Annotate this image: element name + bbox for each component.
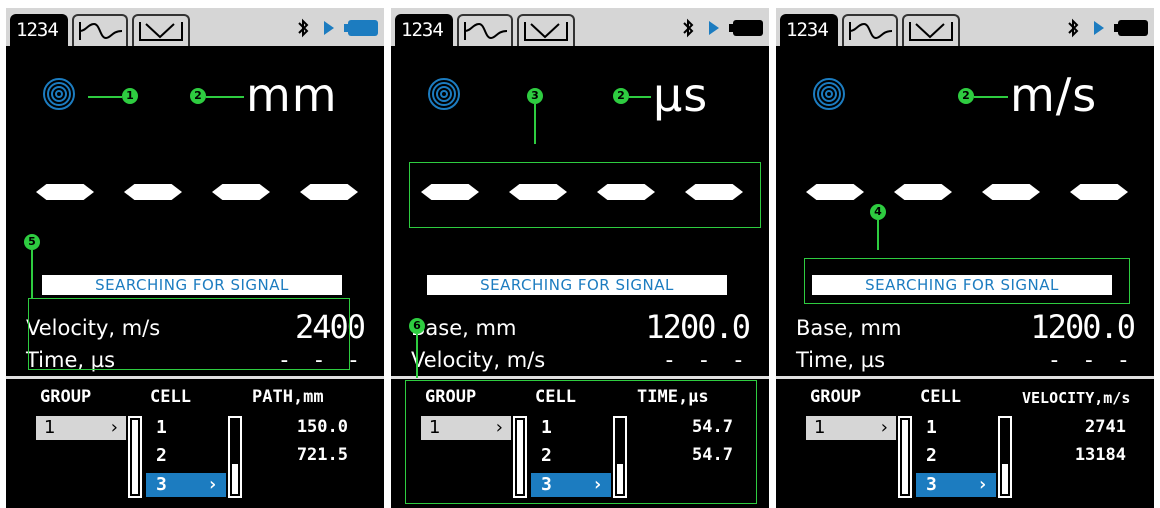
tab-bar: 1234 [776,8,1154,46]
cell-item[interactable]: 1 [156,417,167,438]
device-screen-2: 1234 µs SEARCHING FOR SIGNAL Base, mm 12… [391,8,769,508]
chevron-right-icon: › [880,417,888,438]
group-value: 1 [44,417,56,438]
signal-rings-icon [813,78,845,110]
dash-placeholder [806,184,864,200]
envelope-icon [524,22,568,41]
cell-selected-label: 3 [926,474,937,495]
level-bar-right [228,416,242,498]
cell-header: CELL [920,387,961,407]
cell-selected-label: 3 [156,474,167,495]
bluetooth-icon [1068,18,1079,38]
tab-bar: 1234 [6,8,384,46]
envelope-icon [909,22,953,41]
device-screen-3: 1234 m/s SEARCHING FOR SIGNAL Base, mm 1… [776,8,1154,508]
value-header: VELOCITY,m/s [1022,389,1131,407]
signal-status-bar: SEARCHING FOR SIGNAL [427,275,727,295]
level-bar-right [998,416,1012,498]
row2-value: - - - [662,348,749,373]
cell-table: GROUP CELL PATH,mm 1 › 1 2 3 › 150.0 721… [6,379,384,508]
play-icon [1094,21,1104,35]
unit-label: µs [653,68,709,122]
signal-rings-icon [428,78,460,110]
bluetooth-icon [298,18,309,38]
value-header: PATH,mm [252,387,324,407]
cell-item[interactable]: 2 [926,445,937,466]
cell-value: 2741 [1085,417,1126,437]
tab-envelope[interactable] [902,14,960,46]
dash-placeholder [212,184,270,200]
tab-bar: 1234 [391,8,769,46]
signal-status-bar: SEARCHING FOR SIGNAL [42,275,342,295]
row1-label: Base, mm [796,316,902,340]
dash-placeholder [124,184,182,200]
level-bar-left [898,416,912,498]
tab-numeric[interactable]: 1234 [780,14,838,46]
group-selector[interactable]: 1 › [806,416,896,440]
unit-label: mm [246,68,338,122]
dash-placeholder [36,184,94,200]
tab-numeric[interactable]: 1234 [395,14,453,46]
cell-item[interactable]: 1 [926,417,937,438]
tab-envelope[interactable] [132,14,190,46]
row2-label: Velocity, m/s [411,348,546,372]
level-bar-left [128,416,142,498]
cell-item-selected[interactable]: 3 › [146,473,226,497]
tab-waveform[interactable] [457,14,513,46]
annotation-box [409,162,761,228]
cell-value: 721.5 [296,445,348,465]
cell-value: 13184 [1074,445,1126,465]
cell-table: GROUP CELL VELOCITY,m/s 1 › 1 2 3 › 2741… [776,379,1154,508]
chevron-right-icon: › [110,417,118,438]
group-selector[interactable]: 1 › [36,416,126,440]
waveform-icon [464,22,508,40]
group-value: 1 [814,417,826,438]
battery-icon [1114,20,1148,36]
dash-placeholder [1070,184,1128,200]
group-header: GROUP [810,387,862,407]
dash-placeholder [300,184,358,200]
cell-item-selected[interactable]: 3 › [916,473,996,497]
tab-numeric-label: 1234 [786,19,829,41]
unit-label: m/s [1010,68,1098,122]
play-icon [324,21,334,35]
battery-icon [344,20,378,36]
cell-item[interactable]: 2 [156,445,167,466]
tab-envelope[interactable] [517,14,575,46]
waveform-icon [79,22,123,40]
envelope-icon [139,22,183,41]
dash-placeholder [894,184,952,200]
chevron-right-icon: › [207,474,218,495]
chevron-right-icon: › [977,474,988,495]
tab-numeric-label: 1234 [16,19,59,41]
dash-placeholder [982,184,1040,200]
row1-value: 1200.0 [1030,308,1136,346]
tab-numeric[interactable]: 1234 [10,14,68,46]
group-header: GROUP [40,387,92,407]
waveform-icon [849,22,893,40]
bluetooth-icon [683,18,694,38]
cell-value: 150.0 [296,417,348,437]
row1-value: 1200.0 [645,308,751,346]
signal-rings-icon [43,78,75,110]
annotation-box [804,258,1130,304]
annotation-box [405,380,757,504]
value-dashes [6,184,384,200]
device-screen-1: 1234 mm SEARCHING FOR SIGNAL Velocity, m… [6,8,384,508]
annotation-box [28,298,350,370]
cell-header: CELL [150,387,191,407]
tab-waveform[interactable] [842,14,898,46]
battery-icon [729,20,763,36]
tab-waveform[interactable] [72,14,128,46]
value-dashes [776,184,1154,200]
row2-label: Time, µs [796,348,886,372]
row1-label: Base, mm [411,316,517,340]
play-icon [709,21,719,35]
row2-value: - - - [1047,348,1134,373]
tab-numeric-label: 1234 [401,19,444,41]
